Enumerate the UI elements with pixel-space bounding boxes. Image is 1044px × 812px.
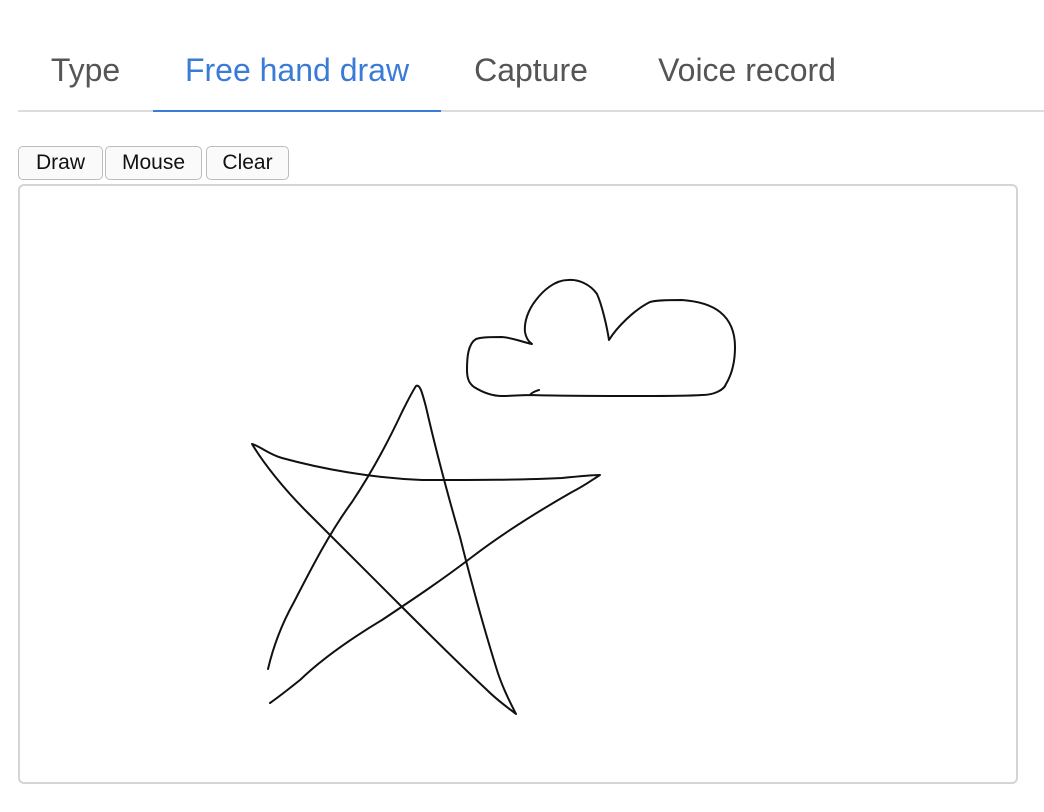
tab-capture-label: Capture [474, 52, 588, 88]
tab-voice-record-label: Voice record [658, 52, 836, 88]
tab-free-hand-draw-label: Free hand draw [184, 52, 410, 88]
tab-bar: Type Free hand draw Capture Voice record [18, 0, 1044, 112]
mouse-button[interactable]: Mouse [105, 146, 202, 180]
tab-voice-record[interactable]: Voice record [621, 48, 873, 112]
tab-type[interactable]: Type [18, 48, 153, 112]
cloud-stroke [466, 278, 736, 397]
star-stroke [251, 384, 601, 715]
drawing-svg [251, 278, 736, 715]
drawing-canvas[interactable] [18, 184, 1018, 784]
tab-free-hand-draw[interactable]: Free hand draw [153, 48, 441, 112]
clear-button[interactable]: Clear [206, 146, 289, 180]
tab-capture[interactable]: Capture [441, 48, 621, 112]
tab-type-label: Type [50, 52, 121, 88]
draw-button[interactable]: Draw [18, 146, 103, 180]
